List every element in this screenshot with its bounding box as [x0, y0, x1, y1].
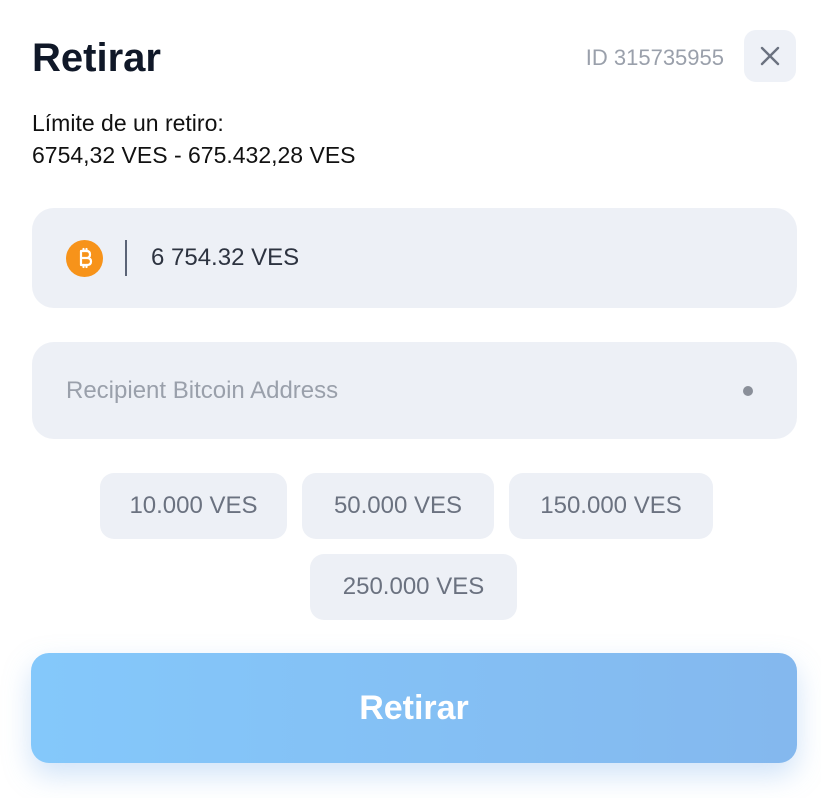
withdraw-button[interactable]: Retirar [31, 653, 797, 763]
modal-title: Retirar [32, 36, 161, 80]
amount-field[interactable]: 6 754.32 VES [32, 208, 797, 308]
field-divider [125, 240, 127, 276]
status-dot [743, 385, 753, 396]
quick-amount-250000[interactable]: 250.000 VES [310, 554, 517, 620]
bitcoin-icon [66, 239, 103, 277]
quick-amount-50000[interactable]: 50.000 VES [302, 473, 494, 539]
close-icon [760, 46, 780, 66]
quick-amount-10000[interactable]: 10.000 VES [100, 473, 287, 539]
amount-value[interactable]: 6 754.32 VES [151, 244, 299, 272]
user-id: ID 315735955 [585, 45, 724, 70]
limit-range: 6754,32 VES - 675.432,28 VES [32, 142, 356, 168]
close-button[interactable] [744, 30, 796, 82]
withdraw-limit: Límite de un retiro: 6754,32 VES - 675.4… [32, 107, 356, 171]
quick-amount-150000[interactable]: 150.000 VES [509, 473, 713, 539]
address-field[interactable] [32, 342, 797, 439]
limit-label: Límite de un retiro: [32, 110, 224, 136]
recipient-address-input[interactable] [66, 376, 743, 405]
withdraw-modal: Retirar ID 315735955 Límite de un retiro… [0, 0, 821, 798]
